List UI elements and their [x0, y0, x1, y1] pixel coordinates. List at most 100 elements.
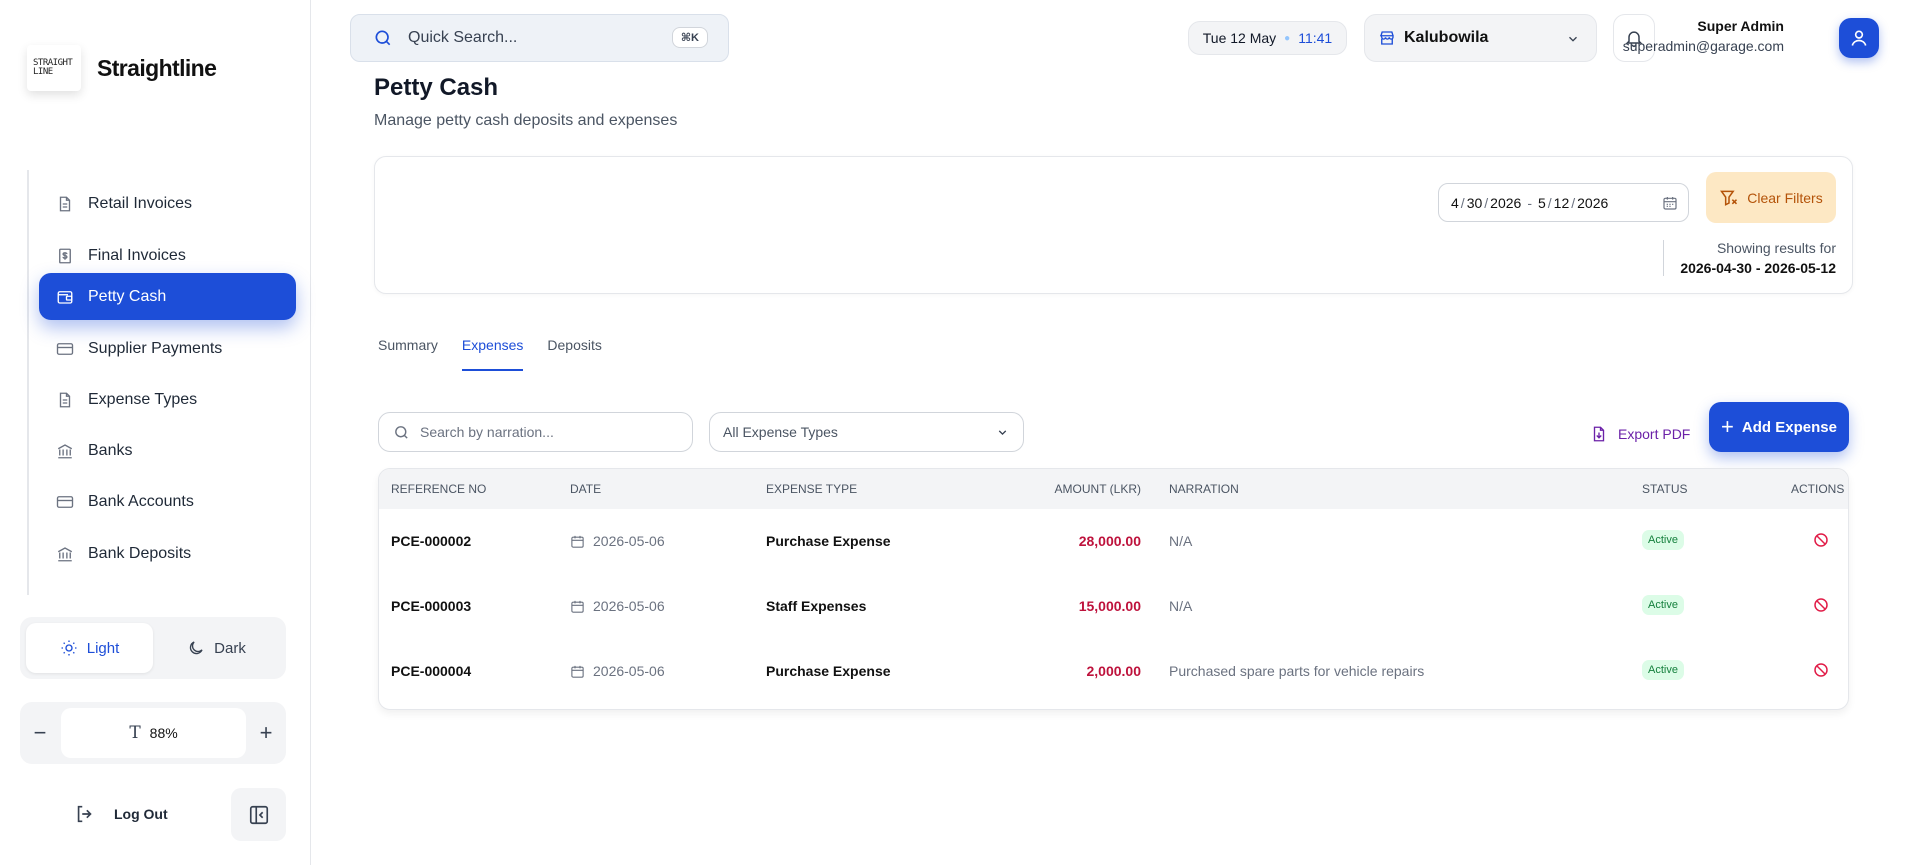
column-header-type[interactable]: EXPENSE TYPE: [766, 482, 857, 496]
end-day[interactable]: 12: [1554, 195, 1570, 211]
calendar-icon[interactable]: [1662, 195, 1678, 211]
brand-name: Straightline: [97, 54, 217, 81]
clear-filters-button[interactable]: Clear Filters: [1706, 172, 1836, 223]
column-header-ref[interactable]: REFERENCE NO: [391, 482, 486, 496]
column-header-narration[interactable]: NARRATION: [1169, 482, 1239, 496]
start-year[interactable]: 2026: [1490, 195, 1521, 211]
separator-dot: ●: [1284, 32, 1291, 44]
cell-reference: PCE-000004: [391, 663, 472, 679]
sidebar-item-expense-types[interactable]: Expense Types: [39, 376, 296, 423]
chevron-down-icon: [1569, 36, 1577, 42]
cell-date: 2026-05-06: [570, 533, 665, 549]
document-icon: [56, 195, 74, 213]
cancel-expense-button[interactable]: [1812, 596, 1830, 617]
logout-button[interactable]: Log Out: [74, 803, 168, 825]
sidebar-item-label: Retail Invoices: [88, 194, 193, 212]
table-row[interactable]: PCE-000004 2026-05-06 Purchase Expense 2…: [379, 639, 1848, 704]
cancel-expense-button[interactable]: [1812, 661, 1830, 682]
collapse-sidebar-button[interactable]: [231, 788, 286, 841]
narration-search-input[interactable]: Search by narration...: [378, 412, 693, 452]
sidebar-item-bank-deposits[interactable]: Bank Deposits: [39, 530, 296, 577]
start-month[interactable]: 4: [1451, 195, 1459, 211]
cell-amount: 15,000.00: [1078, 598, 1141, 614]
add-expense-label: Add Expense: [1741, 418, 1837, 436]
avatar[interactable]: [1839, 18, 1879, 58]
cell-amount: 28,000.00: [1078, 533, 1141, 549]
sidebar-item-label: Bank Deposits: [88, 544, 192, 562]
date-time-display: Tue 12 May ● 11:41: [1188, 21, 1347, 55]
zoom-in-button[interactable]: +: [251, 718, 281, 748]
search-placeholder: Quick Search...: [408, 29, 518, 46]
sidebar: STRAIGHT LINE Straightline Retail Invoic…: [0, 0, 311, 865]
font-zoom-control: − T 88% +: [20, 702, 286, 764]
sidebar-item-retail-invoices[interactable]: Retail Invoices: [39, 180, 296, 227]
cell-date-value: 2026-05-06: [593, 598, 665, 614]
ban-icon: [1814, 663, 1828, 677]
sidebar-item-petty-cash[interactable]: Petty Cash: [39, 273, 296, 320]
column-header-status[interactable]: STATUS: [1642, 482, 1688, 496]
sidebar-item-final-invoices[interactable]: Final Invoices: [39, 232, 296, 279]
sidebar-item-label: Petty Cash: [88, 287, 167, 305]
quick-search[interactable]: Quick Search... ⌘K: [350, 14, 729, 62]
sidebar-item-label: Supplier Payments: [88, 339, 223, 357]
sidebar-item-bank-accounts[interactable]: Bank Accounts: [39, 478, 296, 525]
tab-expenses[interactable]: Expenses: [461, 337, 524, 371]
document-icon: [56, 391, 74, 409]
calendar-icon: [571, 600, 584, 613]
export-pdf-button[interactable]: Export PDF: [1590, 414, 1690, 454]
cell-amount: 2,000.00: [1086, 663, 1142, 679]
cell-expense-type: Staff Expenses: [766, 598, 867, 614]
store-icon: [1379, 31, 1394, 45]
file-download-icon: [1593, 426, 1605, 442]
zoom-out-button[interactable]: −: [25, 718, 55, 748]
current-time: 11:41: [1298, 30, 1333, 46]
sidebar-item-label: Bank Accounts: [88, 492, 194, 510]
column-header-actions: ACTIONS: [1791, 482, 1845, 496]
branch-selector[interactable]: Kalubowila: [1364, 14, 1597, 62]
cell-date-value: 2026-05-06: [593, 663, 665, 679]
user-info[interactable]: Super Admin superadmin@garage.com: [1623, 18, 1784, 54]
column-header-amount[interactable]: AMOUNT (LKR): [1055, 482, 1141, 496]
range-separator: -: [1527, 194, 1532, 211]
brand-logo: STRAIGHT LINE: [27, 45, 81, 91]
date-range-picker[interactable]: 4/30/2026 - 5/12/2026: [1438, 183, 1689, 222]
expense-type-select[interactable]: All Expense Types: [709, 412, 1024, 452]
status-badge: Active: [1642, 595, 1684, 615]
logout-icon: [77, 805, 92, 823]
end-year[interactable]: 2026: [1577, 195, 1608, 211]
add-expense-button[interactable]: + Add Expense: [1709, 402, 1849, 452]
tab-summary[interactable]: Summary: [378, 337, 438, 371]
sun-icon: [61, 640, 77, 656]
status-badge: Active: [1642, 660, 1684, 680]
light-theme-button[interactable]: Light: [26, 623, 153, 673]
chevron-down-icon: [998, 430, 1007, 436]
dark-theme-button[interactable]: Dark: [153, 623, 280, 673]
cell-expense-type: Purchase Expense: [766, 533, 891, 549]
cell-narration: N/A: [1169, 533, 1193, 549]
calendar-icon: [571, 535, 584, 548]
bank-icon: [56, 545, 74, 563]
filter-card: [374, 156, 1853, 294]
table-row[interactable]: PCE-000003 2026-05-06 Staff Expenses 15,…: [379, 574, 1848, 639]
cell-narration: N/A: [1169, 598, 1193, 614]
brand[interactable]: STRAIGHT LINE Straightline: [27, 45, 217, 91]
sidebar-item-banks[interactable]: Banks: [39, 427, 296, 474]
start-day[interactable]: 30: [1467, 195, 1483, 211]
status-badge: Active: [1642, 530, 1684, 550]
end-month[interactable]: 5: [1538, 195, 1546, 211]
user-icon: [1851, 30, 1867, 46]
light-label: Light: [86, 639, 120, 657]
dollar-document-icon: [56, 247, 74, 265]
text-size-icon: T: [129, 723, 141, 743]
column-header-date[interactable]: DATE: [570, 482, 601, 496]
branch-name: Kalubowila: [1404, 29, 1489, 46]
page-title: Petty Cash: [374, 74, 499, 101]
sidebar-item-supplier-payments[interactable]: Supplier Payments: [39, 325, 296, 372]
cancel-expense-button[interactable]: [1812, 531, 1830, 552]
credit-card-icon: [56, 493, 74, 511]
cell-date-value: 2026-05-06: [593, 533, 665, 549]
user-name: Super Admin: [1697, 18, 1784, 34]
tab-deposits[interactable]: Deposits: [547, 337, 601, 371]
zoom-level: T 88%: [61, 708, 246, 758]
table-row[interactable]: PCE-000002 2026-05-06 Purchase Expense 2…: [379, 509, 1848, 574]
